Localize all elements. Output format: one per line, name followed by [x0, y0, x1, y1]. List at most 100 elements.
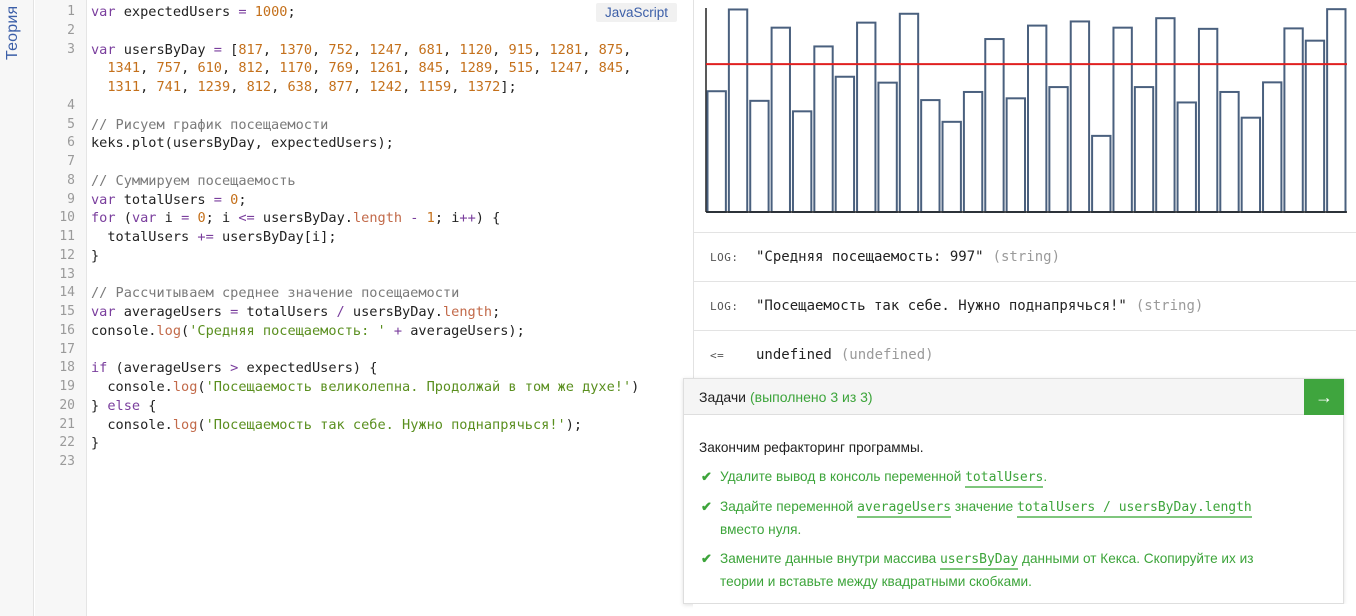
chart-bar	[813, 45, 834, 213]
code-content[interactable]: var expectedUsers = 1000; var usersByDay …	[91, 3, 639, 472]
tasks-list: ✔ Удалите вывод в консоль переменной tota…	[699, 466, 1328, 593]
code-line[interactable]: var totalUsers = 0;	[91, 191, 639, 210]
code-line[interactable]	[91, 453, 639, 472]
code-token: 1120	[459, 41, 493, 58]
code-token: 1159	[418, 79, 452, 95]
code-token: 1261	[369, 60, 403, 77]
line-number: 8	[67, 172, 75, 188]
line-number-gutter: 1 2 3 4 5 6 7 8 9 10 11 12 13 14 15 16 17 18 19 20 21 22 23	[35, 0, 87, 616]
code-line[interactable]	[91, 22, 639, 41]
code-token: 1370	[279, 41, 313, 58]
tasks-progress: (выполнено 3 из 3)	[750, 388, 873, 405]
code-token: ,	[222, 60, 239, 77]
task-code: totalUsers / usersByDay.length	[1016, 500, 1252, 518]
code-line[interactable]: // Суммируем посещаемость	[91, 172, 639, 191]
line-number: 17	[59, 341, 75, 357]
code-token: 1247	[549, 60, 583, 77]
code-token: 0	[197, 210, 206, 227]
chart-bar	[1283, 27, 1304, 214]
chart-bar	[962, 90, 984, 213]
code-token: 877	[328, 79, 353, 95]
code-line[interactable]: keks.plot(usersByDay, expectedUsers);	[91, 134, 639, 153]
chart-bar	[727, 8, 749, 214]
task-code: usersByDay	[939, 552, 1019, 570]
code-line[interactable]	[91, 153, 639, 172]
code-line[interactable]: console.log('Средняя посещаемость: ' + a…	[91, 322, 639, 341]
tasks-panel: Задачи (выполнено 3 из 3) → Закончим реф…	[683, 378, 1344, 604]
code-token: log	[172, 416, 198, 433]
code-token: totalUsers	[238, 304, 337, 320]
code-token: ; i	[205, 210, 239, 227]
code-line[interactable]: var averageUsers = totalUsers / usersByD…	[91, 303, 639, 322]
code-line[interactable]: var usersByDay = [817, 1370, 752, 1247, …	[91, 41, 639, 60]
code-line[interactable]: totalUsers += usersByDay[i];	[91, 228, 639, 247]
code-line[interactable]: console.log('Посещаемость так себе. Нужн…	[91, 416, 639, 435]
code-token: 1239	[197, 79, 231, 95]
theory-tab[interactable]: Теория	[0, 0, 34, 616]
code-line[interactable]: var expectedUsers = 1000;	[91, 3, 639, 22]
chart-bar	[1005, 97, 1026, 213]
code-line[interactable]: }	[91, 434, 639, 453]
code-token: (	[181, 322, 190, 339]
code-token: 752	[328, 41, 353, 58]
code-token: +=	[197, 229, 214, 245]
code-token: {	[140, 397, 157, 414]
tasks-header[interactable]: Задачи (выполнено 3 из 3) →	[684, 379, 1344, 415]
code-line[interactable]: }	[91, 247, 639, 266]
code-token: usersByDay	[115, 41, 214, 58]
code-editor[interactable]: 1 2 3 4 5 6 7 8 9 10 11 12 13 14 15 16 17 18 19 20 21 22 23 va…	[35, 0, 693, 616]
code-token: var	[91, 41, 116, 58]
code-token: ];	[500, 79, 517, 95]
code-token: console.	[91, 416, 173, 433]
code-line[interactable]: // Рисуем график посещаемости	[91, 116, 639, 135]
line-number: 3	[67, 41, 75, 57]
code-token: ,	[582, 41, 599, 58]
console-row: LOG: "Посещаемость так себе. Нужно поднап…	[694, 281, 1356, 330]
code-line[interactable]: 1311, 741, 1239, 812, 638, 877, 1242, 11…	[91, 78, 639, 97]
code-token: ,	[262, 41, 280, 58]
code-line[interactable]: } else {	[91, 397, 639, 416]
code-token: 1289	[459, 60, 493, 77]
code-line[interactable]	[91, 341, 639, 360]
task-text: вместо нуля.	[720, 522, 802, 537]
chart-bar	[920, 99, 941, 213]
code-token: (	[197, 416, 206, 433]
tasks-intro: Закончим рефакторинг программы.	[699, 440, 924, 455]
code-line[interactable]: 1341, 757, 610, 812, 1170, 769, 1261, 84…	[91, 59, 639, 78]
line-number: 10	[59, 210, 75, 226]
checkmark-icon: ✔	[701, 551, 712, 566]
code-token: 1281	[549, 41, 583, 58]
code-token: );	[565, 416, 583, 433]
console-output: LOG: "Средняя посещаемость: 997" (string) L…	[694, 232, 1356, 379]
line-number: 20	[59, 397, 75, 413]
code-line[interactable]	[91, 97, 639, 116]
code-token: 1000	[254, 4, 288, 20]
code-token: 1242	[369, 79, 403, 95]
code-line[interactable]: if (averageUsers > expectedUsers) {	[91, 359, 639, 378]
code-token: ,	[623, 41, 632, 58]
code-line[interactable]	[91, 266, 639, 285]
line-number: 23	[59, 454, 75, 469]
code-line[interactable]: console.log('Посещаемость великолепна. П…	[91, 378, 639, 397]
code-token: ,	[492, 60, 509, 77]
chart-bar	[1091, 134, 1112, 213]
next-task-button[interactable]: →	[1304, 379, 1344, 415]
console-type: (string)	[1135, 298, 1204, 314]
code-token: 'Средняя посещаемость: '	[189, 322, 386, 339]
code-token: 812	[238, 60, 263, 77]
code-line[interactable]: // Рассчитываем среднее значение посещае…	[91, 284, 639, 303]
theory-tab-label[interactable]: Теория	[4, 6, 22, 60]
task-item: ✔ Замените данные внутри массива usersByD…	[699, 548, 1259, 593]
task-text: Задайте переменной	[720, 499, 858, 514]
code-token: 915	[508, 41, 534, 58]
code-line[interactable]: for (var i = 0; i <= usersByDay.length -…	[91, 209, 639, 228]
line-number: 5	[67, 116, 75, 132]
console-row: <= undefined (undefined)	[694, 330, 1356, 379]
chart-bar	[1304, 39, 1326, 213]
task-code: totalUsers	[965, 470, 1044, 488]
checkmark-icon: ✔	[701, 499, 712, 514]
code-token: ,	[533, 41, 550, 58]
task-item: ✔ Удалите вывод в консоль переменной tota…	[699, 466, 1259, 489]
